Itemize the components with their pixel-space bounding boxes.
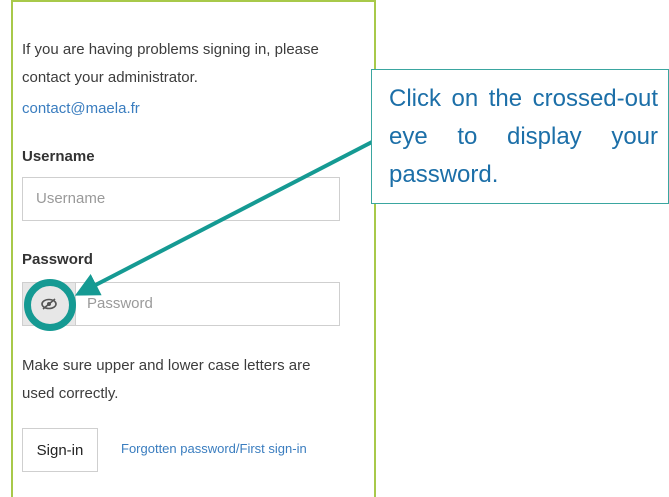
- instruction-callout: Click on the crossed-out eye to display …: [371, 69, 669, 204]
